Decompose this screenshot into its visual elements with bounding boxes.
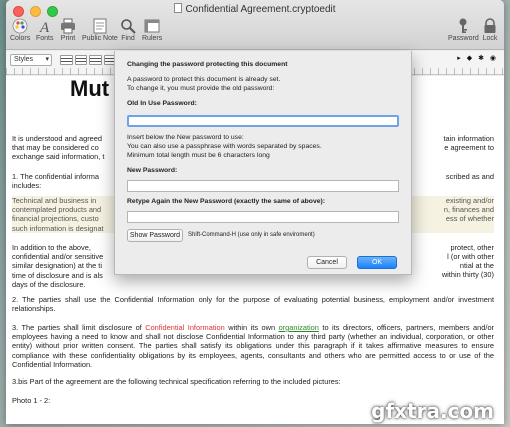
print-icon <box>61 18 75 34</box>
confidential-link[interactable]: Confidential Information <box>145 323 225 332</box>
toolbar-rulers[interactable]: Rulers <box>142 18 162 42</box>
hint-line-2: You can also use a passphrase with words… <box>127 143 322 150</box>
new-password-field[interactable] <box>127 180 399 192</box>
dialog-line-2: To change it, you must provide the old p… <box>127 85 275 92</box>
clause-2: 2. The parties shall use the Confidentia… <box>12 295 494 314</box>
find-icon <box>121 19 136 34</box>
ok-button[interactable]: OK <box>357 256 397 269</box>
alignment-buttons[interactable] <box>60 55 116 65</box>
toolbar-print[interactable]: Print <box>60 18 76 42</box>
title-bar: Confidential Agreement.cryptoedit Colors… <box>6 0 504 50</box>
styles-select[interactable]: Styles <box>10 54 52 66</box>
fonts-icon: A <box>39 20 50 34</box>
old-password-label: Old In Use Password: <box>127 100 197 107</box>
watermark-logo: gfxtra.com <box>371 398 494 423</box>
public-note-icon <box>93 18 107 34</box>
new-password-label: New Password: <box>127 167 178 174</box>
hint-line-3: Minimum total length must be 6 character… <box>127 152 270 159</box>
toolbar-colors[interactable]: Colors <box>10 18 30 42</box>
show-password-button[interactable]: Show Password <box>127 229 183 242</box>
svg-text:A: A <box>39 20 50 34</box>
show-password-hint: Shift-Command-H (use only in safe enviro… <box>188 232 315 238</box>
clause-3bis: 3.bis Part of the agreement are the foll… <box>12 377 341 386</box>
ruler-controls[interactable]: ▸ ◆ ✱ ◉ <box>457 54 498 62</box>
cancel-button[interactable]: Cancel <box>307 256 347 269</box>
dialog-line-1: A password to protect this document is a… <box>127 76 281 83</box>
toolbar-public-note[interactable]: Public Note <box>82 18 118 42</box>
password-icon <box>459 18 468 33</box>
retype-password-field[interactable] <box>127 211 399 223</box>
align-left-icon[interactable] <box>60 55 73 65</box>
toolbar-lock[interactable]: Lock <box>482 18 498 42</box>
lock-icon <box>484 18 496 33</box>
toolbar-password[interactable]: Password <box>448 18 479 42</box>
change-password-dialog: Changing the password protecting this do… <box>114 51 412 275</box>
colors-icon <box>12 18 28 34</box>
clause-3: 3. The parties shall limit disclosure of… <box>12 323 495 369</box>
dialog-heading: Changing the password protecting this do… <box>127 61 288 68</box>
align-right-icon[interactable] <box>89 55 102 65</box>
rulers-icon <box>144 19 160 33</box>
align-center-icon[interactable] <box>74 55 87 65</box>
organization-link[interactable]: organization <box>279 323 319 332</box>
old-password-field[interactable] <box>127 115 399 127</box>
toolbar-fonts[interactable]: A Fonts <box>36 18 54 42</box>
app-window: Confidential Agreement.cryptoedit Colors… <box>6 0 504 424</box>
hint-line-1: Insert below the New password to use: <box>127 134 244 141</box>
retype-password-label: Retype Again the New Password (exactly t… <box>127 198 326 205</box>
window-title: Confidential Agreement.cryptoedit <box>6 3 504 15</box>
document-icon <box>174 3 183 13</box>
document-title: Mut <box>70 76 110 101</box>
toolbar-find[interactable]: Find <box>120 18 136 42</box>
